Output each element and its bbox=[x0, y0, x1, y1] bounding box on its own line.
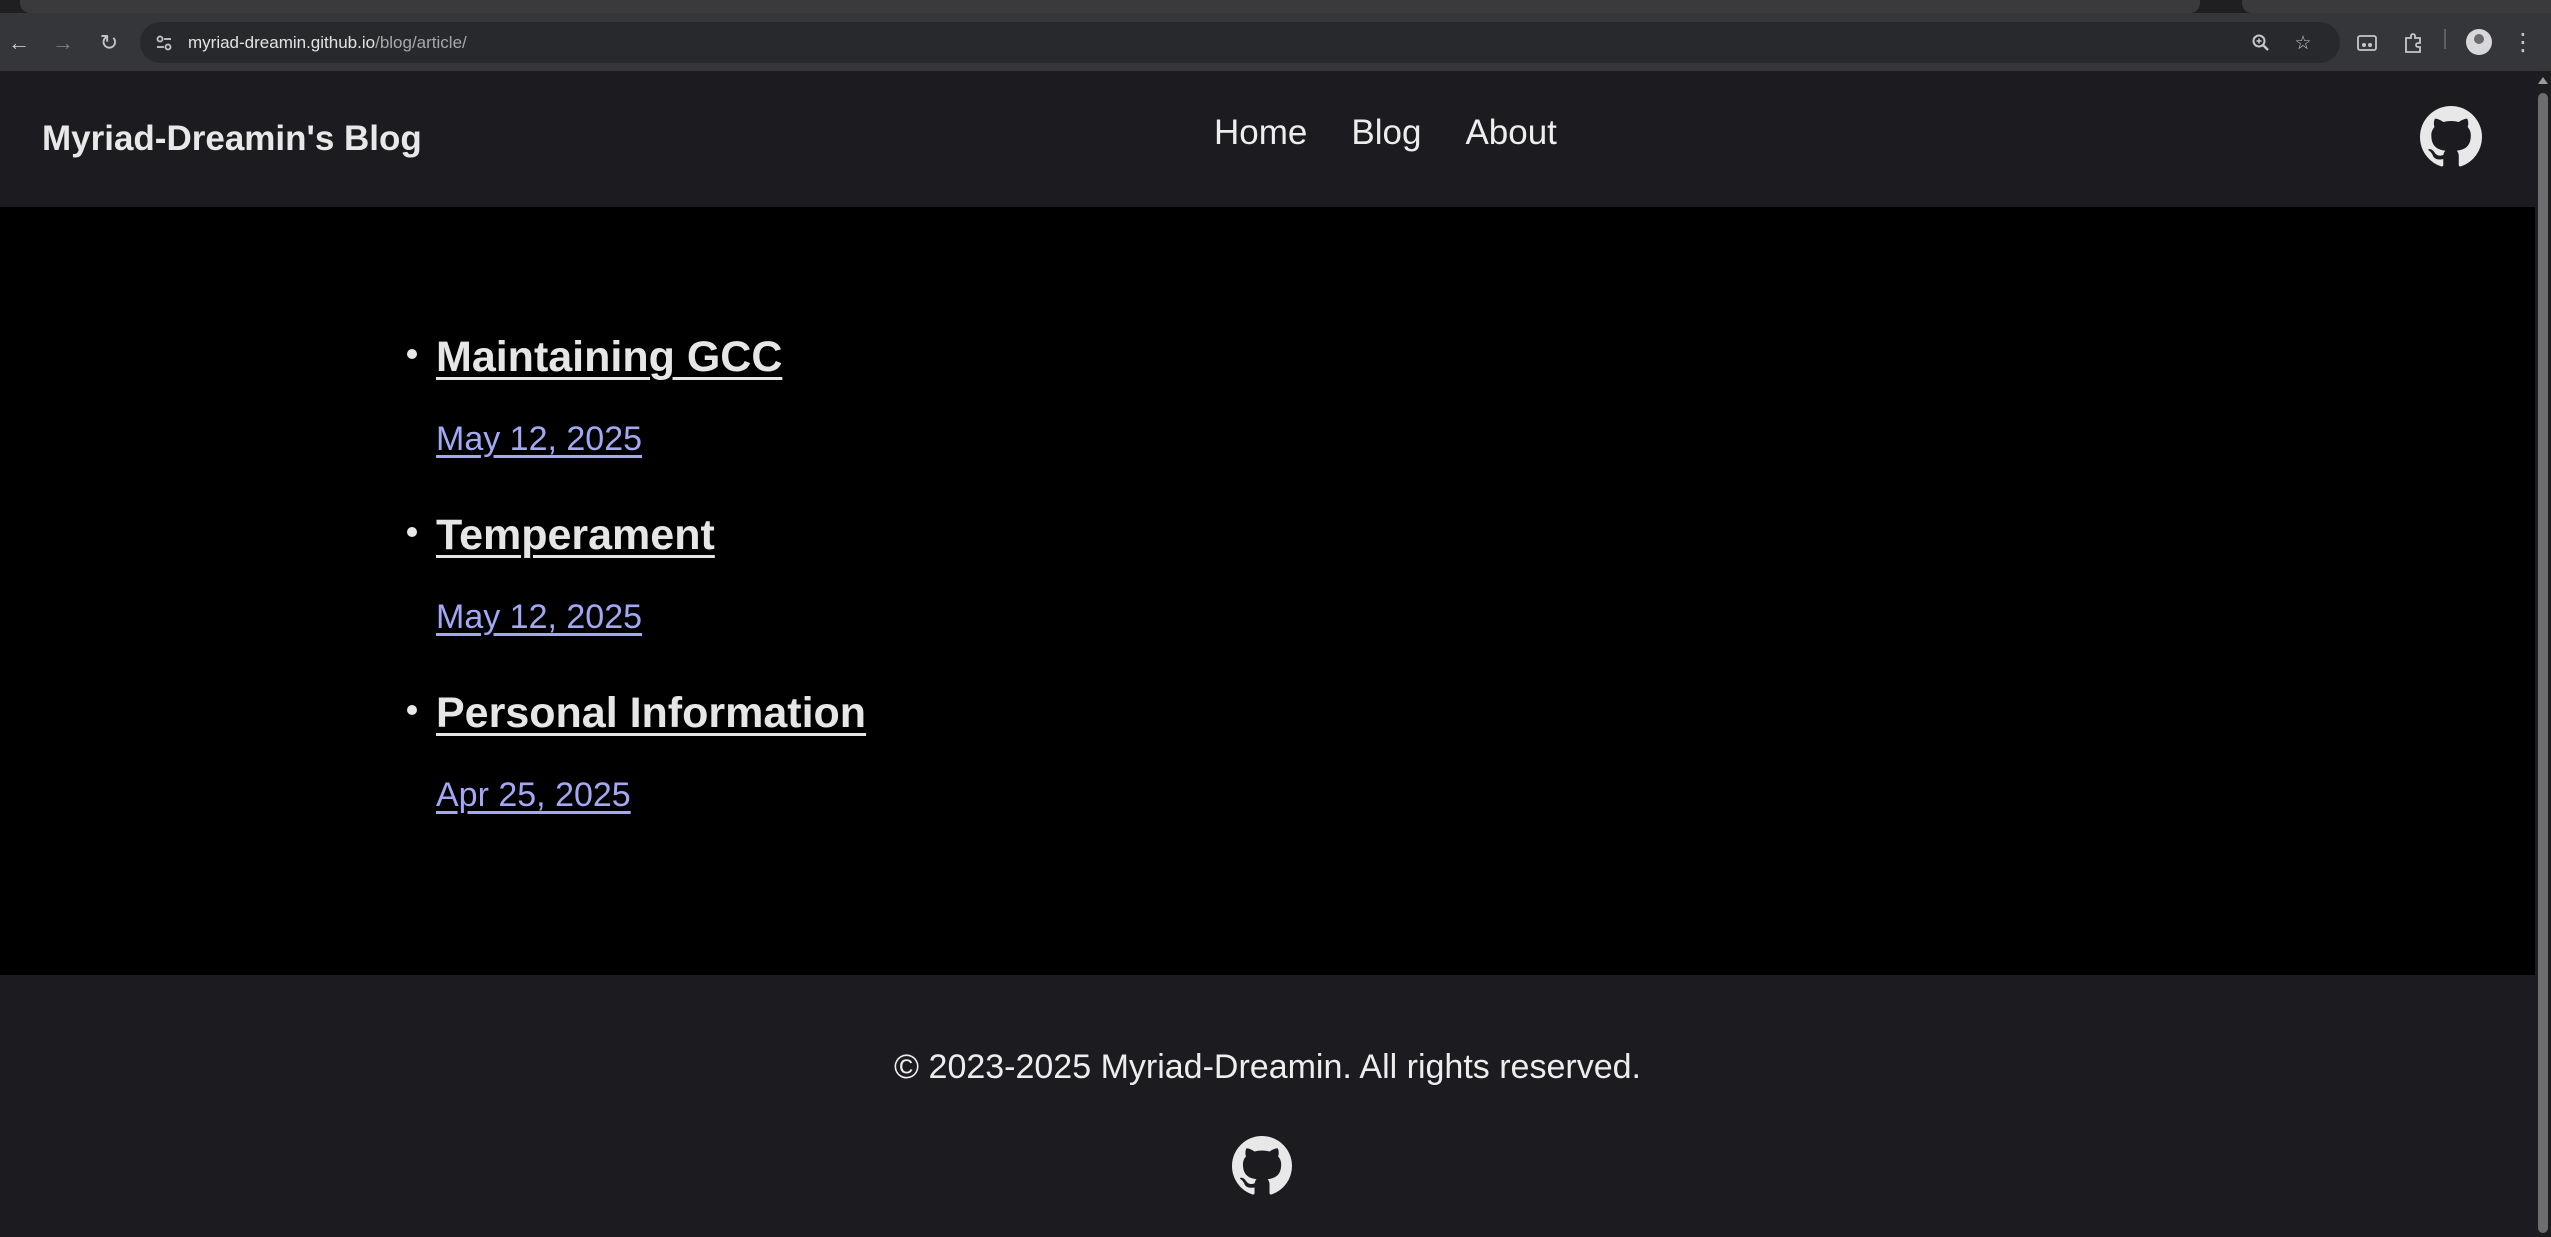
site-title[interactable]: Myriad-Dreamin's Blog bbox=[42, 119, 422, 159]
active-tab[interactable] bbox=[20, 0, 2200, 13]
star-icon[interactable]: ☆ bbox=[2290, 30, 2316, 56]
list-bullet bbox=[407, 349, 417, 359]
page-scrollbar[interactable] bbox=[2535, 71, 2551, 1237]
article-date-link[interactable]: May 12, 2025 bbox=[436, 595, 642, 639]
site-info-icon[interactable] bbox=[152, 31, 176, 55]
list-bullet bbox=[407, 527, 417, 537]
article-list-item: Personal Information Apr 25, 2025 bbox=[407, 685, 1600, 863]
nav-home-link[interactable]: Home bbox=[1214, 113, 1307, 153]
forward-arrow-icon[interactable]: → bbox=[46, 26, 80, 60]
tab-strip bbox=[0, 0, 2551, 13]
address-bar[interactable]: myriad-dreamin.github.io/blog/article/ ☆ bbox=[140, 22, 2340, 63]
scrollbar-thumb[interactable] bbox=[2538, 93, 2548, 1233]
site-footer: © 2023-2025 Myriad-Dreamin. All rights r… bbox=[0, 975, 2535, 1237]
article-title-link[interactable]: Maintaining GCC bbox=[436, 329, 782, 385]
main-nav: Home Blog About bbox=[1214, 113, 1557, 153]
article-list-item: Temperament May 12, 2025 bbox=[407, 507, 1600, 685]
list-bullet bbox=[407, 705, 417, 715]
nav-about-link[interactable]: About bbox=[1465, 113, 1556, 153]
article-list: Maintaining GCC May 12, 2025 Temperament… bbox=[400, 329, 1600, 863]
article-date-link[interactable]: May 12, 2025 bbox=[436, 417, 642, 461]
url-host: myriad-dreamin.github.io bbox=[188, 33, 376, 52]
back-arrow-icon[interactable]: ← bbox=[2, 26, 36, 60]
nav-blog-link[interactable]: Blog bbox=[1351, 113, 1421, 153]
main-content: Maintaining GCC May 12, 2025 Temperament… bbox=[0, 207, 2535, 975]
article-title-link[interactable]: Personal Information bbox=[436, 685, 866, 741]
article-list-item: Maintaining GCC May 12, 2025 bbox=[407, 329, 1600, 507]
github-icon[interactable] bbox=[1232, 1136, 1292, 1196]
url-text[interactable]: myriad-dreamin.github.io/blog/article/ bbox=[188, 22, 467, 63]
github-icon[interactable] bbox=[2420, 106, 2482, 168]
zoom-icon[interactable] bbox=[2248, 30, 2274, 56]
copyright-text: © 2023-2025 Myriad-Dreamin. All rights r… bbox=[894, 1048, 1641, 1086]
puzzle-icon[interactable] bbox=[2396, 26, 2430, 60]
browser-toolbar: ← → ↻ myriad-dreamin.github.io/blog/arti… bbox=[0, 13, 2551, 71]
scroll-up-arrow-icon[interactable] bbox=[2538, 77, 2548, 84]
article-title-link[interactable]: Temperament bbox=[436, 507, 715, 563]
tab-strip-right bbox=[2242, 0, 2551, 13]
site-header: Myriad-Dreamin's Blog Home Blog About bbox=[0, 71, 2535, 207]
toolbar-divider bbox=[2444, 29, 2446, 49]
article-date-link[interactable]: Apr 25, 2025 bbox=[436, 773, 631, 817]
kebab-menu-icon[interactable]: ⋮ bbox=[2506, 26, 2540, 60]
reading-mode-icon[interactable] bbox=[2350, 26, 2384, 60]
url-path: /blog/article/ bbox=[375, 33, 467, 52]
reload-icon[interactable]: ↻ bbox=[92, 26, 126, 60]
avatar-icon[interactable] bbox=[2466, 29, 2492, 55]
